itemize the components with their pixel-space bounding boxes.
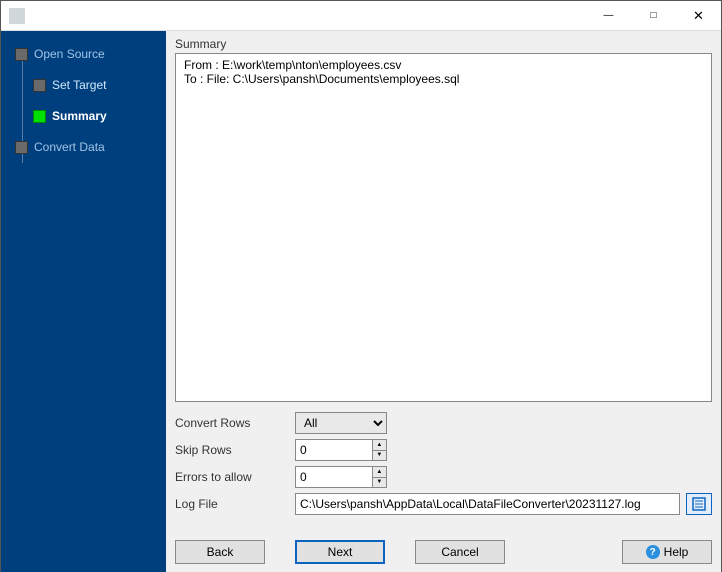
cancel-button[interactable]: Cancel xyxy=(415,540,505,564)
step-open-source[interactable]: Open Source xyxy=(1,43,166,65)
skip-rows-input[interactable] xyxy=(296,440,372,460)
log-file-input[interactable] xyxy=(295,493,680,515)
browse-icon xyxy=(692,497,706,511)
minimize-button[interactable]: — xyxy=(586,1,631,30)
step-bullet-icon xyxy=(15,141,28,154)
errors-allow-input[interactable] xyxy=(296,467,372,487)
spin-down-icon[interactable]: ▼ xyxy=(373,451,386,461)
step-bullet-icon xyxy=(33,110,46,123)
spin-down-icon[interactable]: ▼ xyxy=(373,478,386,488)
spin-up-icon[interactable]: ▲ xyxy=(373,440,386,451)
summary-text: From : E:\work\temp\nton\employees.csv T… xyxy=(175,53,712,402)
wizard-sidebar: Open Source Set Target Summary Convert D… xyxy=(1,31,166,572)
convert-rows-select[interactable]: All xyxy=(295,412,387,434)
step-convert-data[interactable]: Convert Data xyxy=(1,136,166,158)
next-button[interactable]: Next xyxy=(295,540,385,564)
summary-label: Summary xyxy=(175,37,712,51)
log-file-label: Log File xyxy=(175,497,295,511)
main-content: Summary From : E:\work\temp\nton\employe… xyxy=(166,31,721,572)
errors-allow-label: Errors to allow xyxy=(175,470,295,484)
step-bullet-icon xyxy=(33,79,46,92)
maximize-button[interactable]: □ xyxy=(631,1,676,30)
skip-rows-spinner[interactable]: ▲ ▼ xyxy=(295,439,387,461)
help-button[interactable]: ? Help xyxy=(622,540,712,564)
help-label: Help xyxy=(664,545,689,559)
help-icon: ? xyxy=(646,545,660,559)
step-label: Set Target xyxy=(52,78,106,92)
step-label: Convert Data xyxy=(34,140,105,154)
convert-rows-label: Convert Rows xyxy=(175,416,295,430)
step-set-target[interactable]: Set Target xyxy=(1,74,166,96)
step-summary[interactable]: Summary xyxy=(1,105,166,127)
skip-rows-label: Skip Rows xyxy=(175,443,295,457)
step-bullet-icon xyxy=(15,48,28,61)
app-icon xyxy=(9,8,25,24)
titlebar: — □ ✕ xyxy=(1,1,721,31)
spin-up-icon[interactable]: ▲ xyxy=(373,467,386,478)
errors-allow-spinner[interactable]: ▲ ▼ xyxy=(295,466,387,488)
browse-button[interactable] xyxy=(686,493,712,515)
close-button[interactable]: ✕ xyxy=(676,1,721,30)
step-label: Summary xyxy=(52,109,107,123)
step-label: Open Source xyxy=(34,47,105,61)
back-button[interactable]: Back xyxy=(175,540,265,564)
